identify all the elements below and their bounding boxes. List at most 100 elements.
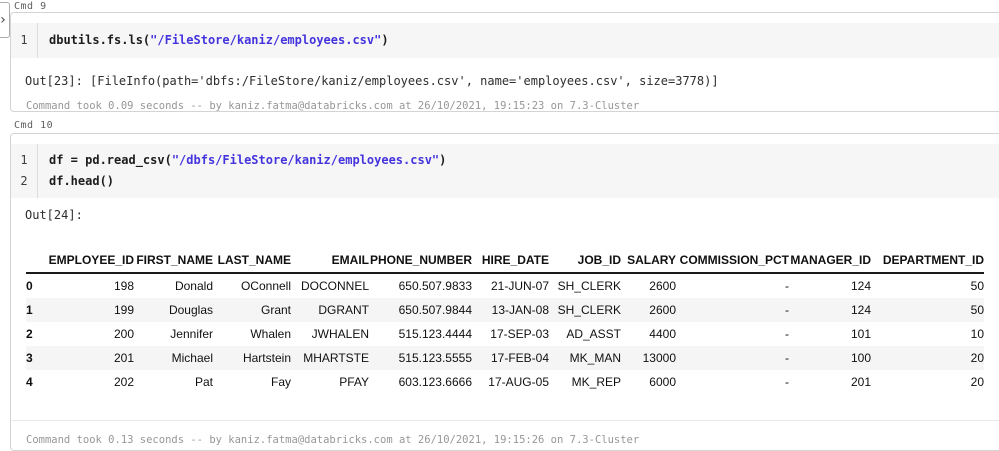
table-cell: DGRANT <box>318 303 369 317</box>
table-cell: Michael <box>171 351 213 365</box>
table-cell: 20 <box>970 375 984 389</box>
table-cell: 200 <box>113 327 134 341</box>
code-token: df.head() <box>49 174 115 188</box>
table-row: 2 200 Jennifer Whalen JWHALEN 515.123.4444 17-… <box>26 322 984 346</box>
code-line-text: dbutils.fs.ls("/FileStore/kaniz/employee… <box>49 30 389 51</box>
table-cell: Fay <box>270 375 291 389</box>
table-cell: 202 <box>113 375 134 389</box>
table-cell: Douglas <box>168 303 213 317</box>
column-header: JOB_ID <box>577 253 621 267</box>
table-cell: MK_REP <box>571 375 621 389</box>
code-token: ) <box>439 153 447 167</box>
column-header: EMPLOYEE_ID <box>48 253 134 267</box>
column-header: COMMISSION_PCT <box>679 253 789 267</box>
notebook-canvas: › Cmd 9 1 dbutils.fs.ls("/FileStore/kani… <box>0 0 999 451</box>
cmd9-code-editor[interactable]: 1 dbutils.fs.ls("/FileStore/kaniz/employ… <box>11 23 999 58</box>
code-token: ) <box>381 33 389 47</box>
table-cell: OConnell <box>240 279 291 293</box>
table-cell: - <box>785 303 789 317</box>
column-header: DEPARTMENT_ID <box>882 253 984 267</box>
table-cell: JWHALEN <box>311 327 369 341</box>
result-table-body: 0 198 Donald OConnell DOCONNEL 650.507.9833 21… <box>26 273 984 394</box>
table-cell: 201 <box>850 375 871 389</box>
table-cell: DOCONNEL <box>300 279 369 293</box>
table-cell: MHARTSTE <box>303 351 369 365</box>
column-header <box>26 247 48 273</box>
column-header: FIRST_NAME <box>136 253 213 267</box>
table-cell: 198 <box>113 279 134 293</box>
table-row: 4 202 Pat Fay PFAY 603.123.6666 17-AUG-05 MK_RE… <box>26 370 984 394</box>
table-cell: 6000 <box>649 375 676 389</box>
string-token: "/dbfs/FileStore/kaniz/employees.csv" <box>171 153 440 167</box>
table-cell: AD_ASST <box>566 327 621 341</box>
code-line-text: df = pd.read_csv("/dbfs/FileStore/kaniz/… <box>49 150 446 171</box>
table-row: 1 199 Douglas Grant DGRANT 650.507.9844 13-JAN… <box>26 298 984 322</box>
cmd10-code-editor[interactable]: 1 df = pd.read_csv("/dbfs/FileStore/kani… <box>11 144 999 198</box>
output-footer-divider <box>12 420 999 421</box>
table-cell: 100 <box>850 351 871 365</box>
table-cell: 50 <box>970 303 984 317</box>
cmd9-status-text: Command took 0.09 seconds -- by kaniz.fa… <box>26 100 640 112</box>
result-table-header: EMPLOYEE_ID FIRST_NAME LAST_NAME EMAIL PHONE… <box>26 247 984 273</box>
row-index: 2 <box>26 327 33 341</box>
cmd10-label: Cmd 10 <box>14 120 54 131</box>
table-cell: 4400 <box>649 327 676 341</box>
table-cell: - <box>785 375 789 389</box>
column-header: SALARY <box>627 253 676 267</box>
chevron-right-icon: › <box>0 13 7 27</box>
table-cell: Jennifer <box>170 327 213 341</box>
table-cell: 199 <box>113 303 134 317</box>
table-row: 0 198 Donald OConnell DOCONNEL 650.507.9833 21… <box>26 273 984 298</box>
cmd10-output-label: Out[24]: <box>25 208 83 222</box>
table-cell: - <box>785 327 789 341</box>
code-token: dbutils.fs.ls( <box>49 33 151 47</box>
sidebar-toggle-button[interactable]: › <box>0 2 10 38</box>
table-cell: 515.123.4444 <box>398 327 472 341</box>
table-cell: 50 <box>970 279 984 293</box>
table-cell: 2600 <box>649 303 676 317</box>
header-row: EMPLOYEE_ID FIRST_NAME LAST_NAME EMAIL PHONE… <box>26 247 984 273</box>
column-header: EMAIL <box>331 253 369 267</box>
table-cell: 603.123.6666 <box>398 375 472 389</box>
line-number: 1 <box>20 153 28 167</box>
table-cell: 201 <box>113 351 134 365</box>
code-line: 2 df.head() <box>11 171 999 192</box>
result-table: EMPLOYEE_ID FIRST_NAME LAST_NAME EMAIL PHONE… <box>26 247 984 394</box>
table-cell: 515.123.5555 <box>398 351 472 365</box>
table-cell: 124 <box>850 303 871 317</box>
table-cell: 13-JAN-08 <box>491 303 549 317</box>
table-cell: 13000 <box>642 351 676 365</box>
cmd9-label: Cmd 9 <box>14 1 47 12</box>
table-cell: 10 <box>970 327 984 341</box>
row-index: 3 <box>26 351 33 365</box>
table-cell: 2600 <box>649 279 676 293</box>
column-header: PHONE_NUMBER <box>369 253 472 267</box>
table-cell: Hartstein <box>242 351 291 365</box>
row-index: 4 <box>26 375 33 389</box>
table-cell: Donald <box>174 279 213 293</box>
line-number: 2 <box>20 174 28 188</box>
table-cell: 17-FEB-04 <box>490 351 549 365</box>
table-cell: Whalen <box>250 327 291 341</box>
table-cell: PFAY <box>339 375 369 389</box>
table-cell: 17-SEP-03 <box>490 327 549 341</box>
cmd9-output-text: Out[23]: [FileInfo(path='dbfs:/FileStore… <box>25 74 719 88</box>
table-cell: 101 <box>850 327 871 341</box>
table-cell: - <box>785 351 789 365</box>
table-cell: Grant <box>260 303 291 317</box>
column-header: LAST_NAME <box>217 253 291 267</box>
table-cell: 17-AUG-05 <box>488 375 549 389</box>
line-number: 1 <box>20 33 28 47</box>
code-line: 1 df = pd.read_csv("/dbfs/FileStore/kani… <box>11 150 999 171</box>
table-row: 3 201 Michael Hartstein MHARTSTE 515.123.5555… <box>26 346 984 370</box>
code-line-text: df.head() <box>49 171 114 192</box>
string-token: "/FileStore/kaniz/employees.csv" <box>150 33 382 47</box>
table-cell: 21-JUN-07 <box>490 279 549 293</box>
table-cell: SH_CLERK <box>557 303 621 317</box>
row-index: 1 <box>26 303 33 317</box>
column-header: HIRE_DATE <box>481 253 549 267</box>
table-cell: MK_MAN <box>569 351 621 365</box>
table-cell: 124 <box>850 279 871 293</box>
column-header: MANAGER_ID <box>790 253 871 267</box>
cmd10-cell: 1 df = pd.read_csv("/dbfs/FileStore/kani… <box>10 133 999 451</box>
